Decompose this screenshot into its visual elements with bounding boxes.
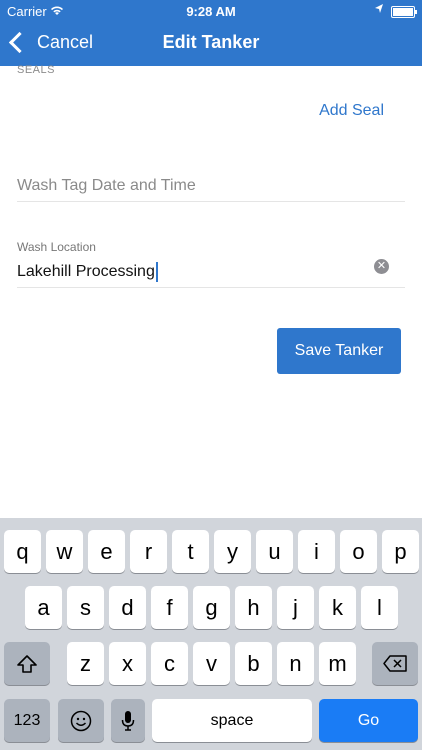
shift-key[interactable] (4, 642, 50, 685)
key-n[interactable]: n (277, 642, 314, 685)
go-key[interactable]: Go (319, 699, 418, 742)
key-g[interactable]: g (193, 586, 230, 629)
key-c[interactable]: c (151, 642, 188, 685)
key-t[interactable]: t (172, 530, 209, 573)
wash-location-input[interactable]: Lakehill Processing (17, 262, 158, 282)
shift-icon (17, 654, 37, 673)
key-o[interactable]: o (340, 530, 377, 573)
key-y[interactable]: y (214, 530, 251, 573)
key-d[interactable]: d (109, 586, 146, 629)
page-title: Edit Tanker (162, 32, 260, 52)
dictation-key[interactable] (111, 699, 145, 742)
key-b[interactable]: b (235, 642, 272, 685)
key-i[interactable]: i (298, 530, 335, 573)
key-x[interactable]: x (109, 642, 146, 685)
key-a[interactable]: a (25, 586, 62, 629)
key-k[interactable]: k (319, 586, 356, 629)
space-key[interactable]: space (152, 699, 312, 742)
numbers-key[interactable]: 123 (4, 699, 50, 742)
backspace-icon (383, 655, 407, 672)
key-f[interactable]: f (151, 586, 188, 629)
keyboard: q w e r t y u i o p a s d f g h j k l z … (0, 518, 422, 750)
wash-tag-date-input[interactable]: Wash Tag Date and Time (17, 177, 196, 195)
key-r[interactable]: r (130, 530, 167, 573)
key-e[interactable]: e (88, 530, 125, 573)
add-seal-button[interactable]: Add Seal (319, 102, 384, 120)
emoji-key[interactable] (58, 699, 104, 742)
save-tanker-button[interactable]: Save Tanker (277, 328, 401, 374)
status-bar: Carrier 9:28 AM (0, 0, 422, 22)
text-cursor (155, 262, 158, 282)
key-s[interactable]: s (67, 586, 104, 629)
wash-location-value: Lakehill Processing (17, 263, 155, 280)
status-time: 9:28 AM (186, 4, 236, 19)
key-p[interactable]: p (382, 530, 419, 573)
key-v[interactable]: v (193, 642, 230, 685)
key-j[interactable]: j (277, 586, 314, 629)
key-w[interactable]: w (46, 530, 83, 573)
divider (17, 287, 405, 288)
microphone-icon (121, 710, 135, 731)
nav-header: Carrier 9:28 AM Cancel Edit Tanker (0, 0, 422, 66)
key-z[interactable]: z (67, 642, 104, 685)
key-h[interactable]: h (235, 586, 272, 629)
key-u[interactable]: u (256, 530, 293, 573)
key-l[interactable]: l (361, 586, 398, 629)
battery-icon (391, 6, 417, 18)
emoji-icon (70, 710, 92, 731)
backspace-key[interactable] (372, 642, 418, 685)
key-m[interactable]: m (319, 642, 356, 685)
wash-location-label: Wash Location (17, 240, 96, 254)
divider (17, 201, 405, 202)
key-q[interactable]: q (4, 530, 41, 573)
clear-icon[interactable]: ✕ (374, 259, 389, 274)
seals-section-label: SEALS (17, 64, 55, 76)
location-icon (374, 3, 384, 18)
